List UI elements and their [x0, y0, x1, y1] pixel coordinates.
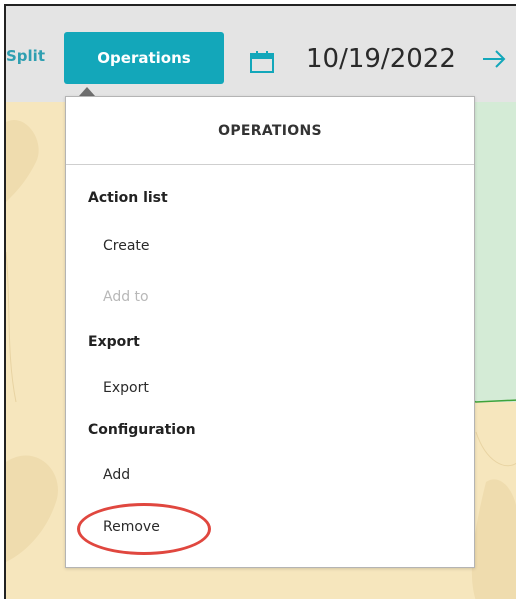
calendar-icon[interactable]	[249, 50, 275, 74]
section-export: Export	[88, 334, 140, 350]
arrow-right-icon[interactable]	[480, 48, 508, 70]
menu-item-add-to: Add to	[103, 289, 149, 305]
split-button[interactable]: Split	[6, 46, 45, 66]
toolbar: Split Operations 10/19/2022	[6, 6, 516, 102]
operations-menu: OPERATIONS Action list Create Add to Exp…	[65, 96, 475, 568]
menu-pointer	[79, 87, 95, 96]
menu-item-add[interactable]: Add	[103, 467, 130, 483]
menu-item-remove[interactable]: Remove	[103, 519, 160, 535]
menu-item-export[interactable]: Export	[103, 380, 149, 396]
operations-button[interactable]: Operations	[64, 32, 224, 84]
date-display[interactable]: 10/19/2022	[306, 42, 456, 76]
menu-item-create[interactable]: Create	[103, 238, 150, 254]
section-action-list: Action list	[88, 190, 168, 206]
menu-title: OPERATIONS	[66, 97, 474, 165]
section-configuration: Configuration	[88, 422, 196, 438]
app-window: Split Operations 10/19/2022 OPERATIONS A…	[4, 4, 516, 599]
